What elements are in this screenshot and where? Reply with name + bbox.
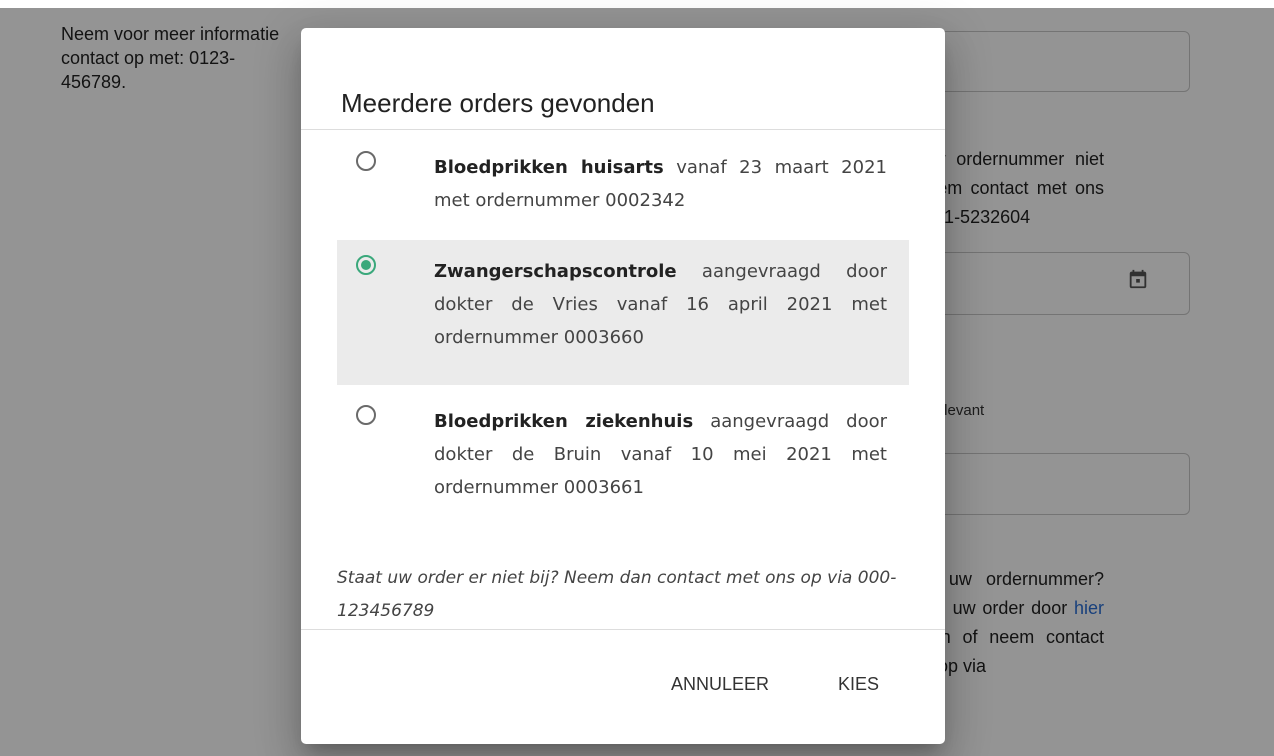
order-option-text: Bloedprikken ziekenhuis aangevraagd door…	[434, 405, 887, 504]
order-select-dialog: Meerdere orders gevonden Bloedprikken hu…	[301, 28, 945, 744]
dialog-top-divider	[301, 129, 945, 130]
order-option-2[interactable]: Bloedprikken ziekenhuis aangevraagd door…	[337, 390, 909, 534]
dialog-bottom-divider	[301, 629, 945, 630]
radio-dot	[361, 260, 371, 270]
missing-order-note: Staat uw order er niet bij? Neem dan con…	[337, 568, 897, 621]
radio-unchecked-icon[interactable]	[356, 405, 376, 425]
radio-unchecked-icon[interactable]	[356, 151, 376, 171]
choose-button[interactable]: KIES	[838, 674, 879, 695]
top-bar	[0, 0, 1274, 8]
order-option-text: Bloedprikken huisarts vanaf 23 maart 202…	[434, 151, 887, 217]
dialog-title: Meerdere orders gevonden	[341, 88, 655, 118]
cancel-button[interactable]: ANNULEER	[671, 674, 769, 695]
order-option-name: Zwangerschapscontrole	[434, 261, 677, 282]
order-option-text: Zwangerschapscontrole aangevraagd door d…	[434, 255, 887, 354]
order-option-name: Bloedprikken ziekenhuis	[434, 411, 694, 432]
order-option-1[interactable]: Zwangerschapscontrole aangevraagd door d…	[337, 240, 909, 385]
radio-checked-icon[interactable]	[356, 255, 376, 275]
order-option-name: Bloedprikken huisarts	[434, 157, 664, 178]
order-option-0[interactable]: Bloedprikken huisarts vanaf 23 maart 202…	[337, 136, 909, 243]
